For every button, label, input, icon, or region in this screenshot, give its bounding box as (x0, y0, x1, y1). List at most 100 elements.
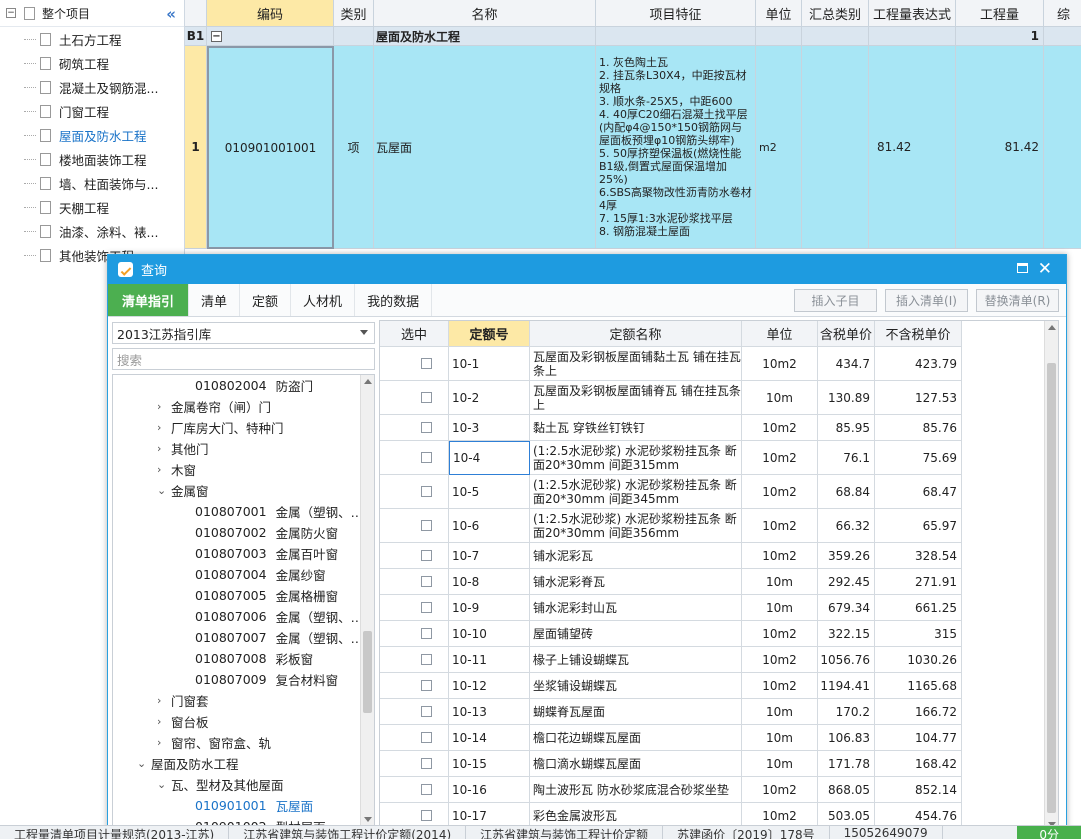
quota-name-cell[interactable]: 瓦屋面及彩钢板屋面铺脊瓦 铺在挂瓦条上 (530, 381, 742, 415)
tree-item[interactable]: 混凝土及钢筋混... (0, 75, 184, 99)
guide-tree-item[interactable]: ⌄ 瓦、型材及其他屋面 (157, 774, 284, 795)
select-cell[interactable] (380, 569, 449, 595)
quota-name-cell[interactable]: 黏土瓦 穿铁丝钉铁钉 (530, 415, 742, 441)
dialog-titlebar[interactable]: 查询 ✕ (108, 255, 1066, 284)
price-tax-cell[interactable]: 171.78 (818, 751, 875, 777)
scrollbar-thumb[interactable] (1047, 363, 1056, 813)
price-notax-cell[interactable]: 271.91 (875, 569, 962, 595)
header-summary-type[interactable]: 汇总类别 (802, 0, 869, 27)
quota-unit-cell[interactable]: 10m2 (742, 347, 818, 381)
quota-row[interactable]: 10-11 椽子上铺设蝴蝶瓦 10m2 1056.76 1030.26 (380, 647, 962, 673)
guide-tree-item[interactable]: › 厂库房大门、特种门 (157, 417, 284, 438)
select-cell[interactable] (380, 595, 449, 621)
tree-item[interactable]: 土石方工程 (0, 27, 184, 51)
guide-tree-item[interactable]: › 窗台板 (157, 711, 209, 732)
header-unit[interactable]: 单位 (756, 0, 802, 27)
price-tax-cell[interactable]: 868.05 (818, 777, 875, 803)
section-name[interactable]: 屋面及防水工程 (374, 27, 596, 46)
quota-no-cell[interactable]: 10-15 (449, 751, 530, 777)
quota-name-cell[interactable]: 铺水泥彩瓦 (530, 543, 742, 569)
guide-tree-item[interactable]: 010807002 金属防火窗 (195, 522, 338, 543)
quota-no-cell[interactable]: 10-13 (449, 699, 530, 725)
quota-unit-cell[interactable]: 10m2 (742, 441, 818, 475)
insert-bill-button[interactable]: 插入清单(I) (885, 289, 968, 312)
select-checkbox[interactable] (421, 576, 432, 587)
tree-item[interactable]: 天棚工程 (0, 195, 184, 219)
quota-row[interactable]: 10-5 (1:2.5水泥砂浆) 水泥砂浆粉挂瓦条 断面20*30mm 间距345… (380, 475, 962, 509)
bill-feature-cell[interactable]: 1. 灰色陶土瓦 2. 挂瓦条L30X4，中距按瓦材规格 3. 顺水条-25X5… (596, 46, 756, 249)
price-notax-cell[interactable]: 852.14 (875, 777, 962, 803)
quota-name-cell[interactable]: 椽子上铺设蝴蝶瓦 (530, 647, 742, 673)
select-checkbox[interactable] (421, 628, 432, 639)
price-notax-cell[interactable]: 65.97 (875, 509, 962, 543)
quota-no-cell[interactable]: 10-16 (449, 777, 530, 803)
collapse-panel-icon[interactable]: « (166, 5, 176, 23)
price-notax-cell[interactable]: 166.72 (875, 699, 962, 725)
tab-labor-material[interactable]: 人材机 (291, 284, 356, 316)
guide-tree-item[interactable]: ⌄ 屋面及防水工程 (137, 753, 239, 774)
collapse-toggle-icon[interactable]: − (6, 8, 16, 18)
guide-tree-item[interactable]: 010807006 金属（塑钢、… (195, 606, 363, 627)
guide-tree-item[interactable]: 010807008 彩板窗 (195, 648, 313, 669)
bill-unit-cell[interactable]: m2 (756, 46, 802, 249)
header-unit[interactable]: 单位 (742, 321, 818, 347)
tree-item[interactable]: 油漆、涂料、裱... (0, 219, 184, 243)
quota-row[interactable]: 10-4 (1:2.5水泥砂浆) 水泥砂浆粉挂瓦条 断面20*30mm 间距315… (380, 441, 962, 475)
tree-item[interactable]: 门窗工程 (0, 99, 184, 123)
maximize-icon[interactable] (1017, 263, 1028, 273)
quota-unit-cell[interactable]: 10m (742, 595, 818, 621)
quota-grid-scrollbar[interactable] (1044, 321, 1058, 831)
quota-no-cell[interactable]: 10-14 (449, 725, 530, 751)
quota-row[interactable]: 10-15 檐口滴水蝴蝶瓦屋面 10m 171.78 168.42 (380, 751, 962, 777)
guide-tree-item[interactable]: 010807005 金属格栅窗 (195, 585, 338, 606)
quota-no-cell[interactable]: 10-1 (449, 347, 530, 381)
tree-item[interactable]: 砌筑工程 (0, 51, 184, 75)
tab-bill-guide[interactable]: 清单指引 (108, 284, 190, 316)
price-notax-cell[interactable]: 1165.68 (875, 673, 962, 699)
select-cell[interactable] (380, 725, 449, 751)
guide-tree-item[interactable]: 010807007 金属（塑钢、… (195, 627, 363, 648)
bill-code-cell[interactable]: 010901001001 (207, 46, 334, 249)
select-cell[interactable] (380, 751, 449, 777)
quota-row[interactable]: 10-12 坐浆铺设蝴蝶瓦 10m2 1194.41 1165.68 (380, 673, 962, 699)
price-notax-cell[interactable]: 127.53 (875, 381, 962, 415)
bill-type-cell[interactable]: 项 (334, 46, 374, 249)
header-quota-name[interactable]: 定额名称 (530, 321, 742, 347)
header-price-tax[interactable]: 含税单价 (818, 321, 875, 347)
chevron-right-icon[interactable]: › (157, 694, 171, 707)
guide-tree-item[interactable]: 010807003 金属百叶窗 (195, 543, 338, 564)
quota-row[interactable]: 10-9 铺水泥彩封山瓦 10m 679.34 661.25 (380, 595, 962, 621)
quota-name-cell[interactable]: 屋面铺望砖 (530, 621, 742, 647)
select-checkbox[interactable] (421, 486, 432, 497)
quota-row[interactable]: 10-13 蝴蝶脊瓦屋面 10m 170.2 166.72 (380, 699, 962, 725)
chevron-down-icon[interactable]: ⌄ (157, 778, 171, 791)
price-tax-cell[interactable]: 85.95 (818, 415, 875, 441)
quota-no-cell[interactable]: 10-12 (449, 673, 530, 699)
tab-my-data[interactable]: 我的数据 (355, 284, 433, 316)
header-feature[interactable]: 项目特征 (596, 0, 756, 27)
search-input[interactable]: 搜索 (112, 348, 375, 370)
chevron-down-icon[interactable]: ⌄ (137, 757, 151, 770)
bill-summary-cell[interactable] (802, 46, 869, 249)
quota-name-cell[interactable]: 铺水泥彩脊瓦 (530, 569, 742, 595)
quota-name-cell[interactable]: 铺水泥彩封山瓦 (530, 595, 742, 621)
select-checkbox[interactable] (421, 520, 432, 531)
price-notax-cell[interactable]: 104.77 (875, 725, 962, 751)
status-score[interactable]: 0分 (1017, 826, 1081, 839)
quota-name-cell[interactable]: 檐口花边蝴蝶瓦屋面 (530, 725, 742, 751)
quota-name-cell[interactable]: 陶土波形瓦 防水砂浆底混合砂浆坐垫 (530, 777, 742, 803)
select-checkbox[interactable] (421, 422, 432, 433)
select-checkbox[interactable] (421, 654, 432, 665)
select-cell[interactable] (380, 415, 449, 441)
chevron-right-icon[interactable]: › (157, 715, 171, 728)
bill-qty-cell[interactable]: 81.42 (956, 46, 1044, 249)
chevron-right-icon[interactable]: › (157, 463, 171, 476)
quota-row[interactable]: 10-8 铺水泥彩脊瓦 10m 292.45 271.91 (380, 569, 962, 595)
quota-unit-cell[interactable]: 10m (742, 699, 818, 725)
quota-no-cell[interactable]: 10-11 (449, 647, 530, 673)
header-price-notax[interactable]: 不含税单价 (875, 321, 962, 347)
header-quota-no[interactable]: 定额号 (449, 321, 530, 347)
select-cell[interactable] (380, 441, 449, 475)
chevron-down-icon[interactable]: ⌄ (157, 484, 171, 497)
select-checkbox[interactable] (421, 732, 432, 743)
